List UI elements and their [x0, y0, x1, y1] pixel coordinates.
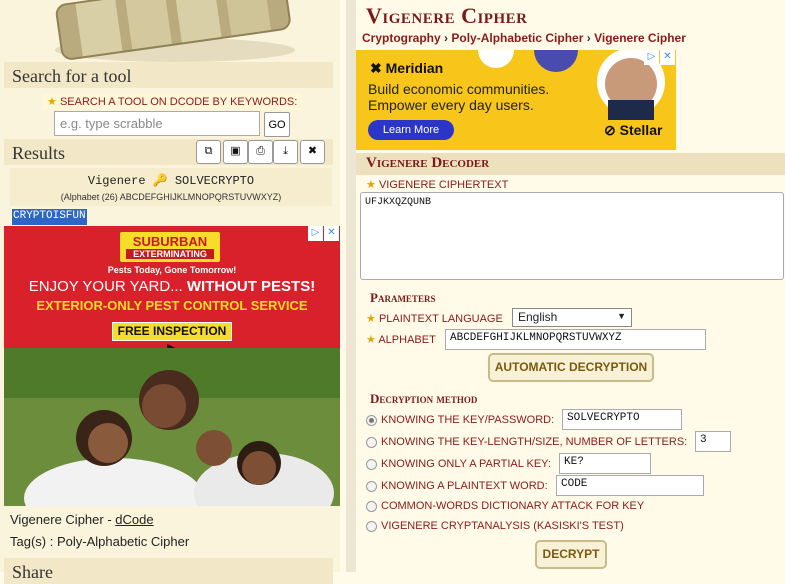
close-icon[interactable]: ✖: [300, 140, 325, 164]
result-alphabet: (Alphabet (26) ABCDEFGHIJKLMNOPQRSTUVWXY…: [60, 192, 282, 202]
ad-close-icon[interactable]: ✕: [324, 226, 339, 241]
stellar-brand: Stellar: [619, 122, 663, 138]
ad-banner-meridian[interactable]: ✖ Meridian Build economic communities. E…: [356, 50, 676, 150]
screenshot-icon[interactable]: ▣: [223, 140, 248, 164]
ad-logo-line2: EXTERMINATING: [126, 249, 214, 259]
tags-line: Tag(s) : Poly-Alphabetic Cipher: [10, 534, 190, 549]
ad-top-panel: SUBURBAN EXTERMINATING Pests Today, Gone…: [4, 226, 340, 355]
left-sidebar: Search for a tool ★ SEARCH A TOOL ON DCO…: [0, 0, 340, 584]
breadcrumb-item-poly-alphabetic[interactable]: Poly-Alphabetic Cipher: [451, 31, 583, 45]
option-label-plaintext-word: KNOWING A PLAINTEXT WORD:: [381, 480, 548, 492]
star-icon: ★: [366, 334, 376, 346]
ad-headline: ENJOY YOUR YARD... WITHOUT PESTS!: [4, 278, 340, 295]
key-length-input[interactable]: 3: [695, 431, 731, 452]
main-content: Vigenere Cipher Cryptography › Poly-Alph…: [356, 0, 785, 572]
ad-banner-pest-control[interactable]: SUBURBAN EXTERMINATING Pests Today, Gone…: [4, 226, 340, 506]
option-label-dictionary-attack: COMMON-WORDS DICTIONARY ATTACK FOR KEY: [381, 500, 645, 512]
radio-key-password[interactable]: [366, 415, 377, 426]
go-button[interactable]: GO: [264, 112, 290, 137]
option-label-key-password: KNOWING THE KEY/PASSWORD:: [381, 414, 555, 426]
ad-tagline: Pests Today, Gone Tomorrow!: [107, 265, 237, 275]
breadcrumb-item-cryptography[interactable]: Cryptography: [362, 31, 441, 45]
decoder-heading: Vigenere Decoder: [356, 153, 785, 175]
automatic-decryption-button[interactable]: AUTOMATIC DECRYPTION: [488, 353, 654, 382]
download-icon[interactable]: ⤓: [273, 140, 298, 164]
ciphertext-label-text: VIGENERE CIPHERTEXT: [378, 179, 509, 191]
alphabet-input[interactable]: ABCDEFGHIJKLMNOPQRSTUVWXYZ: [445, 329, 706, 350]
stellar-icon: ⊘: [604, 122, 616, 138]
ad-subheadline: EXTERIOR-ONLY PEST CONTROL SERVICE: [36, 298, 308, 313]
alphabet-label-text: ALPHABET: [378, 334, 436, 346]
breadcrumb-separator: ›: [586, 31, 595, 45]
search-input[interactable]: [54, 111, 260, 136]
breadcrumb: Cryptography › Poly-Alphabetic Cipher › …: [362, 31, 686, 45]
parameters-heading: Parameters: [370, 290, 436, 305]
plaintext-word-input[interactable]: CODE: [556, 475, 704, 496]
method-heading: Decryption method: [370, 391, 478, 406]
option-label-key-length: KNOWING THE KEY-LENGTH/SIZE, NUMBER OF L…: [381, 436, 688, 448]
ciphertext-textarea[interactable]: UFJKXQZQUNB: [360, 192, 784, 280]
page-title: Vigenere Cipher: [366, 3, 528, 28]
ciphertext-label: ★ VIGENERE CIPHERTEXT: [366, 178, 508, 191]
language-label-text: PLAINTEXT LANGUAGE: [378, 313, 503, 325]
search-heading: Search for a tool: [4, 62, 333, 88]
option-label-partial-key: KNOWING ONLY A PARTIAL KEY:: [381, 458, 551, 470]
star-icon: ★: [366, 313, 376, 325]
ad-headline-part2: WITHOUT PESTS!: [186, 278, 316, 295]
radio-plaintext-word[interactable]: [366, 481, 377, 492]
result-box: Vigenere 🔑 SOLVECRYPTO (Alphabet (26) AB…: [10, 168, 332, 206]
learn-more-button[interactable]: Learn More: [368, 120, 454, 140]
ad-close-icon[interactable]: ✕: [660, 50, 675, 65]
stellar-logo: ⊘ Stellar: [604, 122, 662, 139]
radio-dictionary-attack[interactable]: [366, 501, 377, 512]
radio-partial-key[interactable]: [366, 459, 377, 470]
meridian-logo: ✖ Meridian: [370, 60, 443, 77]
radio-cryptanalysis[interactable]: [366, 521, 377, 532]
language-select-value: English: [518, 310, 558, 324]
ad-headline-part1: ENJOY YOUR YARD...: [28, 278, 187, 295]
meridian-body: Build economic communities. Empower ever…: [368, 81, 550, 113]
cryptex-lock-image: [20, 0, 320, 62]
key-password-input[interactable]: SOLVECRYPTO: [562, 409, 682, 430]
dcode-link[interactable]: dCode: [115, 512, 153, 527]
result-line: Vigenere 🔑 SOLVECRYPTO: [87, 174, 255, 188]
ad-info-icon[interactable]: ▷: [308, 226, 323, 241]
language-label: ★ PLAINTEXT LANGUAGE: [366, 312, 503, 325]
column-divider: [346, 0, 356, 572]
share-heading: Share: [4, 558, 333, 584]
search-hint: ★ SEARCH A TOOL ON DCODE BY KEYWORDS:: [42, 94, 303, 110]
ad-info-icon[interactable]: ▷: [644, 50, 659, 65]
star-icon: ★: [47, 96, 57, 108]
caption-prefix: Vigenere Cipher -: [10, 512, 116, 527]
copy-icon[interactable]: ⧉: [196, 140, 221, 164]
page-caption: Vigenere Cipher - dCode: [10, 512, 154, 527]
radio-key-length[interactable]: [366, 437, 377, 448]
partial-key-input[interactable]: KE?: [559, 453, 651, 474]
alphabet-label: ★ ALPHABET: [366, 333, 436, 346]
decrypt-button[interactable]: DECRYPT: [535, 540, 607, 569]
plaintext-output[interactable]: CRYPTOISFUN: [12, 209, 87, 225]
meridian-icon: ✖: [370, 60, 382, 76]
ad-logo: SUBURBAN EXTERMINATING: [120, 232, 220, 262]
search-hint-text: SEARCH A TOOL ON DCODE BY KEYWORDS:: [59, 96, 298, 108]
ad-family-photo: [4, 348, 340, 506]
option-label-cryptanalysis: VIGENERE CRYPTANALYSIS (KASISKI'S TEST): [381, 520, 624, 532]
ad-logo-line1: SUBURBAN: [132, 234, 208, 249]
print-icon[interactable]: ⎙: [248, 140, 273, 164]
star-icon: ★: [366, 179, 376, 191]
results-heading-text: Results: [12, 143, 66, 163]
breadcrumb-item-vigenere[interactable]: Vigenere Cipher: [594, 31, 686, 45]
dropdown-arrow-icon: ▼: [617, 311, 626, 321]
ad-cta-button[interactable]: FREE INSPECTION ▶: [112, 322, 232, 355]
language-select[interactable]: English ▼: [512, 308, 632, 327]
meridian-brand: Meridian: [385, 60, 444, 76]
